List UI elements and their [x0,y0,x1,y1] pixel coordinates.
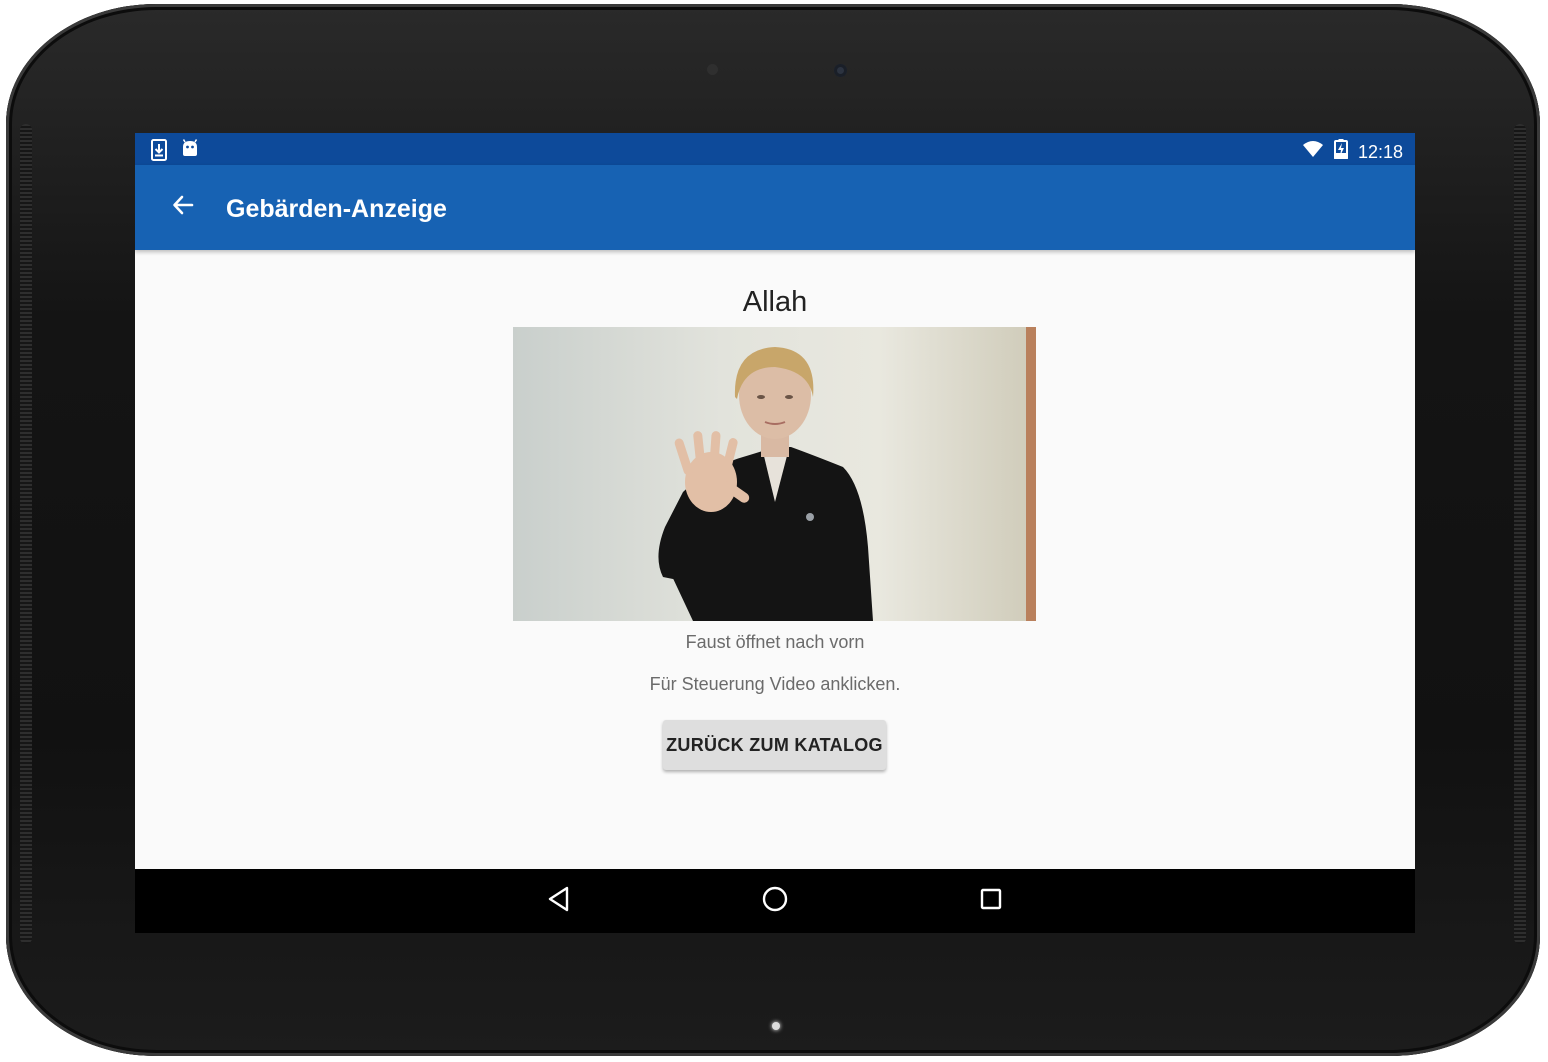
app-toolbar: Gebärden-Anzeige [135,165,1415,250]
back-to-catalog-button[interactable]: ZURÜCK ZUM KATALOG [663,720,886,770]
home-circle-icon [761,885,789,918]
download-icon [151,139,167,166]
device-screen: 12:18 Gebärden-Anzeige Allah Faust öffne… [135,133,1415,933]
status-bar: 12:18 [135,133,1415,165]
android-icon [181,139,199,166]
nav-home-button[interactable] [753,881,797,921]
wifi-icon [1302,140,1324,163]
door-frame [1026,327,1036,621]
nav-back-button[interactable] [537,881,581,921]
sign-detail: Allah Faust öffnet nach vorn Für Steueru… [135,250,1415,869]
recents-square-icon [979,887,1003,916]
speaker-grille-right [1514,124,1526,944]
arrow-back-icon [171,193,195,222]
sign-video-player[interactable] [513,327,1036,621]
sign-description: Faust öffnet nach vorn [685,632,865,652]
nav-recents-button[interactable] [969,881,1013,921]
back-triangle-icon [547,886,571,917]
speaker-grille-left [20,124,32,944]
video-frame-illustration [658,347,873,621]
navigation-bar [135,869,1415,933]
notification-led [772,1022,780,1030]
battery-charging-icon [1333,139,1348,164]
page-title: Gebärden-Anzeige [226,195,447,223]
front-camera [834,64,847,77]
proximity-sensor [707,64,718,75]
sign-word-heading: Allah [742,286,808,318]
status-time: 12:18 [1357,141,1403,162]
video-control-hint: Für Steuerung Video anklicken. [649,674,901,694]
back-button[interactable] [163,187,203,227]
